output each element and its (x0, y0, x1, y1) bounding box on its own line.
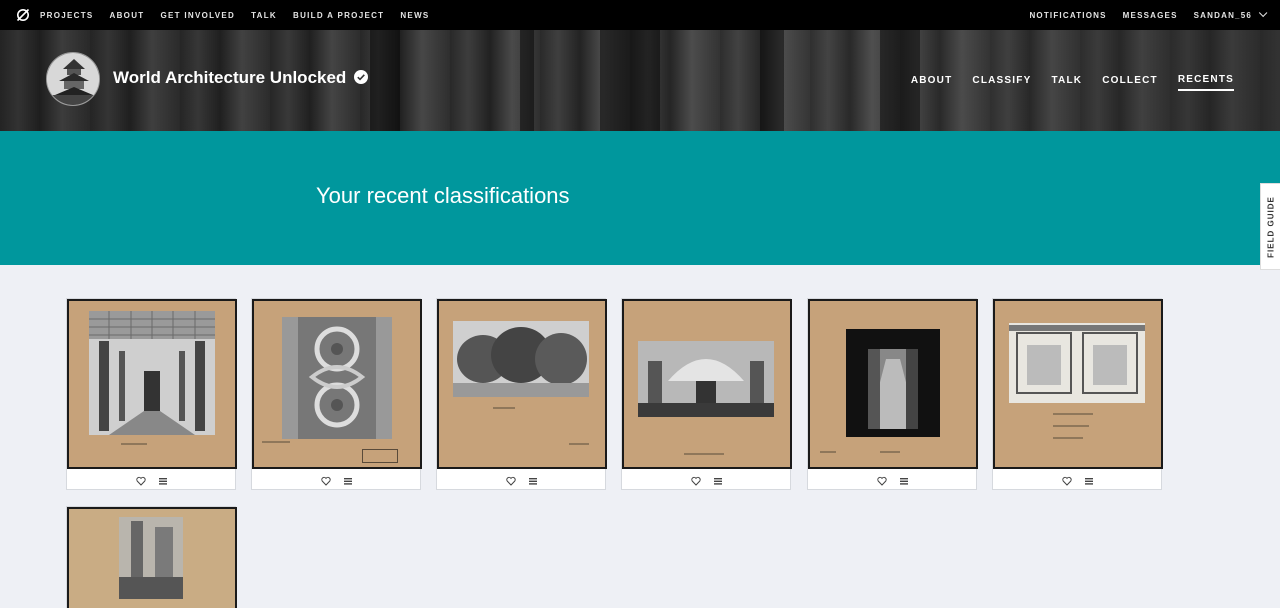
list-icon[interactable] (528, 476, 538, 486)
hero-background-shape (370, 30, 400, 131)
recent-classification-card (66, 298, 237, 491)
window-drawing-photo (1009, 323, 1145, 403)
handwritten-caption (493, 407, 515, 409)
domed-church-photo (638, 341, 774, 417)
nav-projects[interactable]: PROJECTS (40, 11, 94, 20)
card-actions (993, 471, 1163, 491)
project-avatar[interactable] (46, 52, 100, 106)
hero-background-shape (760, 30, 784, 131)
heart-icon[interactable] (1062, 476, 1072, 486)
username: SANDAN_56 (1193, 10, 1252, 20)
carved-stone-photo (282, 317, 392, 439)
site-nav: PROJECTS ABOUT GET INVOLVED TALK BUILD A… (40, 11, 446, 20)
card-actions (67, 471, 237, 491)
subject-thumbnail[interactable] (622, 299, 792, 469)
project-header: World Architecture Unlocked ABOUT CLASSI… (0, 30, 1280, 131)
user-nav: NOTIFICATIONS MESSAGES SANDAN_56 (1013, 0, 1268, 30)
user-menu[interactable]: SANDAN_56 (1193, 8, 1268, 20)
project-title[interactable]: World Architecture Unlocked (113, 68, 346, 88)
subject-thumbnail[interactable] (993, 299, 1163, 469)
recent-classification-card (992, 298, 1163, 491)
subject-thumbnail[interactable] (437, 299, 607, 469)
verified-check-icon (354, 70, 368, 84)
recent-classification-card (251, 298, 422, 491)
nav-get-involved[interactable]: GET INVOLVED (160, 11, 235, 20)
project-nav-talk[interactable]: TALK (1051, 71, 1082, 90)
handwritten-caption (262, 441, 290, 443)
list-icon[interactable] (343, 476, 353, 486)
list-icon[interactable] (1084, 476, 1094, 486)
notifications-link[interactable]: NOTIFICATIONS (1029, 11, 1106, 20)
heart-icon[interactable] (877, 476, 887, 486)
project-nav-classify[interactable]: CLASSIFY (972, 71, 1031, 90)
trees-photo (453, 321, 589, 397)
recent-classification-card (66, 506, 237, 608)
subject-thumbnail[interactable] (808, 299, 978, 469)
subject-thumbnail[interactable] (252, 299, 422, 469)
handwritten-caption (121, 443, 147, 445)
page-title: Your recent classifications (316, 183, 570, 208)
nav-news[interactable]: NEWS (400, 11, 429, 20)
handwritten-caption (684, 453, 724, 455)
handwritten-caption (1053, 437, 1083, 439)
heart-icon[interactable] (321, 476, 331, 486)
project-nav-about[interactable]: ABOUT (911, 71, 953, 90)
handwritten-caption (1053, 425, 1089, 427)
field-guide-label: FIELD GUIDE (1266, 195, 1275, 258)
alley-photo (846, 329, 940, 437)
chevron-down-icon (1258, 8, 1268, 17)
nav-talk[interactable]: TALK (251, 11, 277, 20)
card-actions (808, 471, 978, 491)
stamp-label (362, 449, 398, 463)
project-nav-collect[interactable]: COLLECT (1102, 71, 1158, 90)
card-actions (622, 471, 792, 491)
handwritten-caption (880, 451, 900, 453)
heart-icon[interactable] (136, 476, 146, 486)
subject-thumbnail[interactable] (67, 299, 237, 469)
zooniverse-logo-icon[interactable] (16, 8, 30, 22)
messages-link[interactable]: MESSAGES (1123, 11, 1178, 20)
recent-classification-card (436, 298, 607, 491)
handwritten-caption (1053, 413, 1093, 415)
handwritten-caption (569, 443, 589, 445)
subject-thumbnail[interactable] (67, 507, 237, 608)
site-header: PROJECTS ABOUT GET INVOLVED TALK BUILD A… (0, 0, 1280, 30)
list-icon[interactable] (713, 476, 723, 486)
project-nav-recents[interactable]: RECENTS (1177, 70, 1234, 91)
card-actions (252, 471, 422, 491)
recent-classification-card (621, 298, 792, 491)
field-guide-tab[interactable]: FIELD GUIDE (1260, 183, 1280, 270)
heart-icon[interactable] (691, 476, 701, 486)
list-icon[interactable] (158, 476, 168, 486)
hero-background-shape (520, 30, 534, 131)
page-banner: Your recent classifications (0, 131, 1280, 265)
pagoda-avatar-image (47, 53, 99, 105)
project-nav: ABOUT CLASSIFY TALK COLLECT RECENTS (891, 60, 1234, 100)
list-icon[interactable] (899, 476, 909, 486)
hero-background-shape (600, 30, 660, 131)
tower-street-photo (119, 517, 183, 599)
church-nave-photo (89, 311, 215, 435)
nav-build-a-project[interactable]: BUILD A PROJECT (293, 11, 384, 20)
recent-classification-card (807, 298, 978, 491)
card-actions (437, 471, 607, 491)
handwritten-caption (820, 451, 836, 453)
heart-icon[interactable] (506, 476, 516, 486)
nav-about[interactable]: ABOUT (110, 11, 145, 20)
